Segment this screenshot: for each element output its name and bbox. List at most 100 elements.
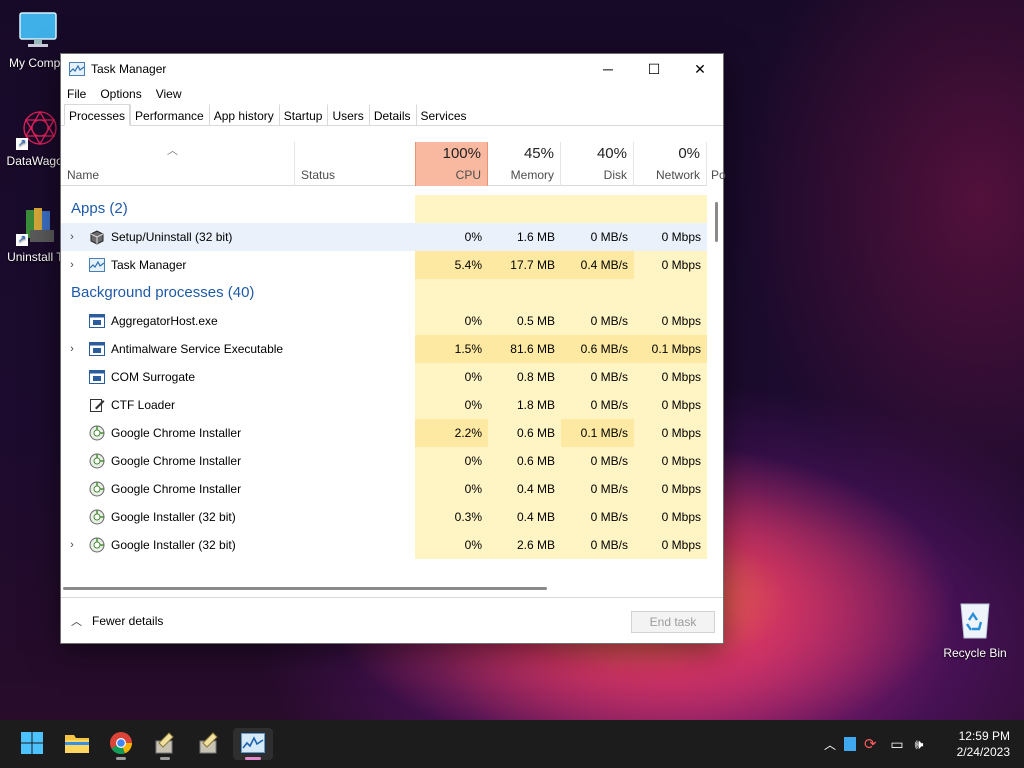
disk-cell: 0 MB/s xyxy=(561,475,634,503)
process-name: Google Installer (32 bit) xyxy=(111,538,236,552)
process-row[interactable]: AggregatorHost.exe 0% 0.5 MB 0 MB/s 0 Mbps xyxy=(61,307,707,335)
menu-view[interactable]: View xyxy=(156,87,182,101)
show-hidden-icons-icon[interactable]: ︿ xyxy=(820,736,840,753)
chevron-right-icon[interactable]: › xyxy=(61,343,83,355)
heat-cell xyxy=(634,195,707,223)
memory-cell: 0.6 MB xyxy=(488,447,561,475)
column-header-status[interactable]: Status xyxy=(295,142,415,186)
minimize-button[interactable]: ─ xyxy=(585,54,631,84)
process-row[interactable]: › Antimalware Service Executable 1.5% 81.6 … xyxy=(61,335,707,363)
horizontal-scrollbar-thumb[interactable] xyxy=(63,587,547,590)
network-cell: 0 Mbps xyxy=(634,391,707,419)
process-name-cell: › Setup/Uninstall (32 bit) xyxy=(61,223,415,251)
setup-box-icon xyxy=(89,229,105,245)
footer: ︿ Fewer details End task xyxy=(61,597,723,643)
menu-file[interactable]: File xyxy=(67,87,86,101)
process-list: Apps (2) › Setup/Uninstall (32 bit) 0% 1.6 M… xyxy=(61,187,707,579)
process-row[interactable]: Google Chrome Installer 0% 0.4 MB 0 MB/s 0 M… xyxy=(61,475,707,503)
process-row[interactable]: › Google Installer (32 bit) 0% 2.6 MB 0 MB/s… xyxy=(61,531,707,559)
title-bar[interactable]: Task Manager ─ ☐ ✕ xyxy=(61,54,723,84)
close-button[interactable]: ✕ xyxy=(677,54,723,84)
column-header-memory[interactable]: 45% Memory xyxy=(488,142,561,186)
chrome-icon xyxy=(109,731,133,758)
process-row[interactable]: › Setup/Uninstall (32 bit) 0% 1.6 MB 0 MB/s 0… xyxy=(61,223,707,251)
desktop-icon-recycle-bin[interactable]: Recycle Bin xyxy=(937,598,1013,660)
group-header-apps[interactable]: Apps (2) xyxy=(61,195,707,223)
process-row[interactable]: COM Surrogate 0% 0.8 MB 0 MB/s 0 Mbps xyxy=(61,363,707,391)
process-name: Antimalware Service Executable xyxy=(111,342,284,356)
process-name-cell: AggregatorHost.exe xyxy=(61,307,415,335)
process-name-cell: › Task Manager xyxy=(61,251,415,279)
cpu-total-percent: 100% xyxy=(442,145,481,162)
taskbar-task-manager[interactable] xyxy=(233,728,273,760)
column-header-power[interactable]: Po xyxy=(707,142,726,186)
taskbar-installer-1[interactable] xyxy=(145,728,185,760)
clock[interactable]: 12:59 PM 2/24/2023 xyxy=(957,728,1010,760)
column-header-name[interactable]: Name xyxy=(61,142,295,186)
close-icon: ✕ xyxy=(694,60,706,77)
process-row[interactable]: CTF Loader 0% 1.8 MB 0 MB/s 0 Mbps xyxy=(61,391,707,419)
horizontal-scrollbar[interactable] xyxy=(63,585,705,591)
column-header-network[interactable]: 0% Network xyxy=(634,142,707,186)
tab-services[interactable]: Services xyxy=(415,104,472,126)
chevron-right-icon[interactable]: › xyxy=(61,259,83,271)
network-cell: 0 Mbps xyxy=(634,531,707,559)
heat-cell xyxy=(415,279,488,307)
disk-cell: 0.6 MB/s xyxy=(561,335,634,363)
cpu-cell: 0% xyxy=(415,363,488,391)
tab-performance[interactable]: Performance xyxy=(130,104,209,126)
system-tray: ︿ ⟳ ▭ 🕪 xyxy=(820,720,930,768)
memory-cell: 2.6 MB xyxy=(488,531,561,559)
cpu-cell: 0% xyxy=(415,223,488,251)
memory-cell: 17.7 MB xyxy=(488,251,561,279)
sync-icon[interactable]: ⟳ xyxy=(864,735,886,753)
taskbar-file-explorer[interactable] xyxy=(57,728,97,760)
shortcut-arrow-icon: ↗ xyxy=(16,234,28,246)
installer-app-icon xyxy=(153,731,177,758)
memory-cell: 1.6 MB xyxy=(488,223,561,251)
disk-cell: 0 MB/s xyxy=(561,447,634,475)
taskbar-installer-2[interactable] xyxy=(189,728,229,760)
volume-icon[interactable]: 🕪 xyxy=(908,736,930,753)
tray-app-icon[interactable] xyxy=(844,737,856,751)
process-row[interactable]: Google Chrome Installer 0% 0.6 MB 0 MB/s 0 M… xyxy=(61,447,707,475)
memory-cell: 0.4 MB xyxy=(488,475,561,503)
group-header-background[interactable]: Background processes (40) xyxy=(61,279,707,307)
shortcut-arrow-icon: ↗ xyxy=(16,138,28,150)
heat-cell xyxy=(561,195,634,223)
column-label-power: Po xyxy=(711,168,726,182)
heat-cell xyxy=(488,279,561,307)
menu-options[interactable]: Options xyxy=(100,87,141,101)
heat-cell xyxy=(561,279,634,307)
process-row[interactable]: Google Installer (32 bit) 0.3% 0.4 MB 0 MB/… xyxy=(61,503,707,531)
tab-startup[interactable]: Startup xyxy=(278,104,328,126)
chevron-right-icon[interactable]: › xyxy=(61,231,83,243)
end-task-button[interactable]: End task xyxy=(631,611,715,633)
network-icon[interactable]: ▭ xyxy=(886,736,908,753)
chevron-up-icon: ︿ xyxy=(71,615,82,628)
monitor-icon xyxy=(16,8,60,52)
chevron-right-icon[interactable]: › xyxy=(61,539,83,551)
window-title: Task Manager xyxy=(91,62,167,76)
tab-details[interactable]: Details xyxy=(368,104,416,126)
fewer-details-button[interactable]: ︿ Fewer details xyxy=(71,613,163,629)
tab-processes[interactable]: Processes xyxy=(64,104,131,126)
tab-users[interactable]: Users xyxy=(327,104,368,126)
column-header-disk[interactable]: 40% Disk xyxy=(561,142,634,186)
column-label-cpu: CPU xyxy=(455,168,481,182)
taskbar-chrome[interactable] xyxy=(101,728,141,760)
process-row[interactable]: › Task Manager 5.4% 17.7 MB 0.4 MB/s 0 Mbps xyxy=(61,251,707,279)
vertical-scrollbar[interactable] xyxy=(715,202,718,242)
tab-app-history[interactable]: App history xyxy=(208,104,279,126)
process-row[interactable]: Google Chrome Installer 2.2% 0.6 MB 0.1 MB/… xyxy=(61,419,707,447)
process-name: CTF Loader xyxy=(111,398,176,412)
taskbar: ︿ ⟳ ▭ 🕪 12:59 PM 2/24/2023 xyxy=(0,720,1024,768)
start-button[interactable] xyxy=(12,728,52,760)
process-name-cell: › Antimalware Service Executable xyxy=(61,335,415,363)
disk-total-percent: 40% xyxy=(596,145,627,162)
column-header-cpu[interactable]: 100% CPU xyxy=(415,142,488,186)
group-header-label: Background processes (40) xyxy=(71,284,255,301)
cpu-cell: 0% xyxy=(415,307,488,335)
maximize-button[interactable]: ☐ xyxy=(631,54,677,84)
recycle-bin-icon xyxy=(953,598,997,642)
